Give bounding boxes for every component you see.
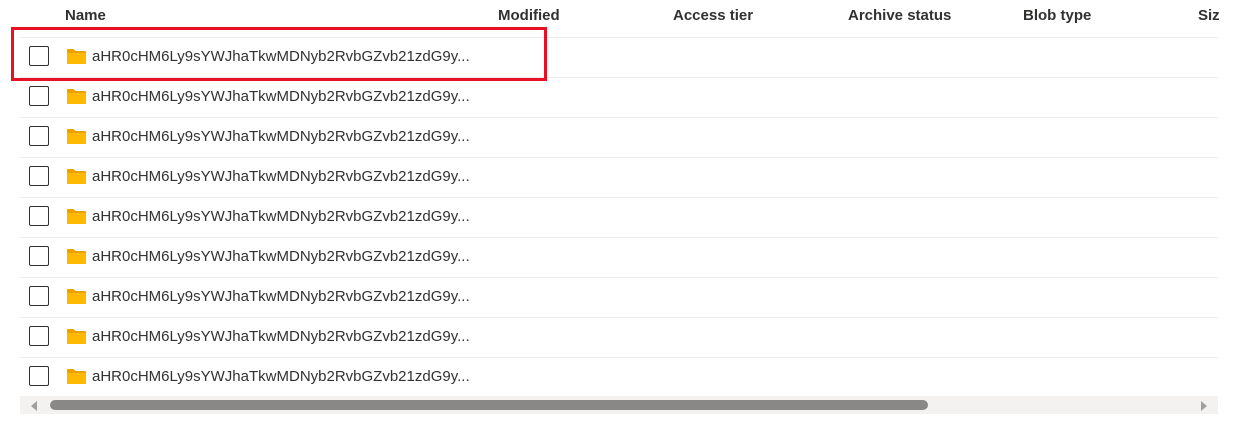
folder-icon <box>67 289 86 304</box>
row-checkbox[interactable] <box>29 86 49 106</box>
list-item[interactable]: aHR0cHM6Ly9sYWJhaTkwMDNyb2RvbGZvb21zdG9y… <box>20 238 1218 278</box>
column-header-blob-type[interactable]: Blob type <box>1023 7 1091 24</box>
list-item[interactable]: aHR0cHM6Ly9sYWJhaTkwMDNyb2RvbGZvb21zdG9y… <box>20 358 1218 398</box>
blob-name-link[interactable]: aHR0cHM6Ly9sYWJhaTkwMDNyb2RvbGZvb21zdG9y… <box>92 168 470 185</box>
row-checkbox[interactable] <box>29 326 49 346</box>
folder-icon <box>67 169 86 184</box>
blob-list: aHR0cHM6Ly9sYWJhaTkwMDNyb2RvbGZvb21zdG9y… <box>20 38 1218 398</box>
row-checkbox[interactable] <box>29 366 49 386</box>
row-checkbox[interactable] <box>29 206 49 226</box>
list-item[interactable]: aHR0cHM6Ly9sYWJhaTkwMDNyb2RvbGZvb21zdG9y… <box>20 318 1218 358</box>
row-checkbox[interactable] <box>29 286 49 306</box>
blob-name-link[interactable]: aHR0cHM6Ly9sYWJhaTkwMDNyb2RvbGZvb21zdG9y… <box>92 288 470 305</box>
folder-icon <box>67 249 86 264</box>
folder-icon <box>67 369 86 384</box>
column-header-modified[interactable]: Modified <box>498 7 560 24</box>
row-checkbox[interactable] <box>29 166 49 186</box>
blob-name-link[interactable]: aHR0cHM6Ly9sYWJhaTkwMDNyb2RvbGZvb21zdG9y… <box>92 128 470 145</box>
folder-icon <box>67 89 86 104</box>
list-item[interactable]: aHR0cHM6Ly9sYWJhaTkwMDNyb2RvbGZvb21zdG9y… <box>20 198 1218 238</box>
scrollbar-thumb[interactable] <box>50 400 928 410</box>
blob-name-link[interactable]: aHR0cHM6Ly9sYWJhaTkwMDNyb2RvbGZvb21zdG9y… <box>92 48 470 65</box>
column-header-size[interactable]: Siz <box>1198 7 1220 24</box>
list-item[interactable]: aHR0cHM6Ly9sYWJhaTkwMDNyb2RvbGZvb21zdG9y… <box>20 278 1218 318</box>
scroll-right-arrow-icon[interactable] <box>1201 401 1207 411</box>
folder-icon <box>67 49 86 64</box>
blob-name-link[interactable]: aHR0cHM6Ly9sYWJhaTkwMDNyb2RvbGZvb21zdG9y… <box>92 88 470 105</box>
list-item[interactable]: aHR0cHM6Ly9sYWJhaTkwMDNyb2RvbGZvb21zdG9y… <box>20 78 1218 118</box>
list-item[interactable]: aHR0cHM6Ly9sYWJhaTkwMDNyb2RvbGZvb21zdG9y… <box>20 38 1218 78</box>
folder-icon <box>67 209 86 224</box>
horizontal-scrollbar[interactable] <box>20 396 1218 414</box>
column-header-name[interactable]: Name <box>65 7 106 24</box>
blob-name-link[interactable]: aHR0cHM6Ly9sYWJhaTkwMDNyb2RvbGZvb21zdG9y… <box>92 208 470 225</box>
blob-name-link[interactable]: aHR0cHM6Ly9sYWJhaTkwMDNyb2RvbGZvb21zdG9y… <box>92 248 470 265</box>
row-checkbox[interactable] <box>29 246 49 266</box>
list-item[interactable]: aHR0cHM6Ly9sYWJhaTkwMDNyb2RvbGZvb21zdG9y… <box>20 118 1218 158</box>
blob-name-link[interactable]: aHR0cHM6Ly9sYWJhaTkwMDNyb2RvbGZvb21zdG9y… <box>92 368 470 385</box>
row-checkbox[interactable] <box>29 126 49 146</box>
list-item[interactable]: aHR0cHM6Ly9sYWJhaTkwMDNyb2RvbGZvb21zdG9y… <box>20 158 1218 198</box>
column-header-row: Name Modified Access tier Archive status… <box>20 0 1220 38</box>
row-checkbox[interactable] <box>29 46 49 66</box>
blob-list-view: Name Modified Access tier Archive status… <box>0 0 1235 426</box>
column-header-access-tier[interactable]: Access tier <box>673 7 753 24</box>
column-header-archive-status[interactable]: Archive status <box>848 7 951 24</box>
blob-name-link[interactable]: aHR0cHM6Ly9sYWJhaTkwMDNyb2RvbGZvb21zdG9y… <box>92 328 470 345</box>
folder-icon <box>67 329 86 344</box>
scroll-left-arrow-icon[interactable] <box>31 401 37 411</box>
folder-icon <box>67 129 86 144</box>
